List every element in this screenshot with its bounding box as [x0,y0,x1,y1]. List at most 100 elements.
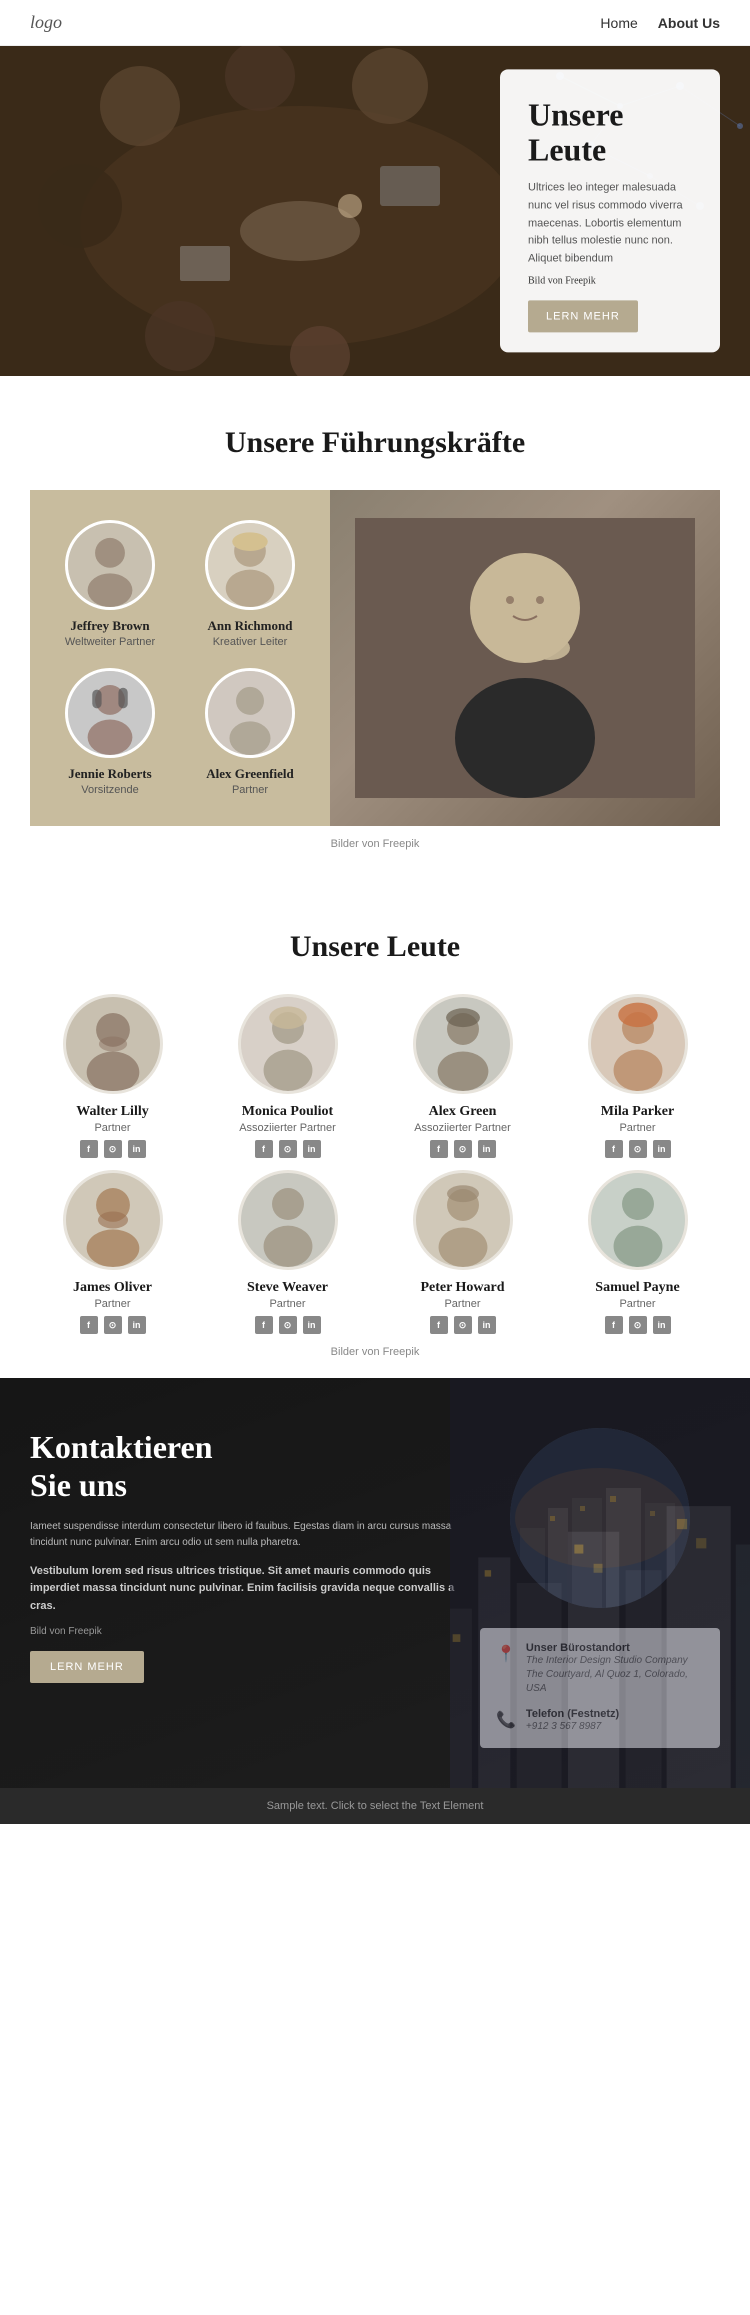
leader-alex: Alex Greenfield Partner [190,668,310,796]
nav-about[interactable]: About Us [658,15,720,31]
steve-linkedin[interactable]: in [303,1316,321,1334]
steve-instagram[interactable]: ⊙ [279,1316,297,1334]
mila-facebook[interactable]: f [605,1140,623,1158]
team-title: Unsere Leute [30,930,720,964]
team-member-samuel: Samuel Payne Partner f ⊙ in [555,1170,720,1334]
monica-instagram[interactable]: ⊙ [279,1140,297,1158]
nav-links: Home About Us [600,15,720,31]
alexg-linkedin[interactable]: in [478,1140,496,1158]
alexg-name: Alex Green [380,1104,545,1120]
james-name: James Oliver [30,1280,195,1296]
walter-social: f ⊙ in [30,1140,195,1158]
leader-alex-avatar [205,668,295,758]
hero-card: Unsere Leute Ultrices leo integer malesu… [500,69,720,352]
steve-social: f ⊙ in [205,1316,370,1334]
james-facebook[interactable]: f [80,1316,98,1334]
navigation: logo Home About Us [0,0,750,46]
team-member-james: James Oliver Partner f ⊙ in [30,1170,195,1334]
samuel-role: Partner [555,1298,720,1310]
leadership-title: Unsere Führungskräfte [30,426,720,460]
team-grid-row2: James Oliver Partner f ⊙ in Steve Weaver… [30,1170,720,1334]
leadership-section: Unsere Führungskräfte Jeffrey Brown Welt… [0,376,750,880]
alexg-avatar [413,994,513,1094]
contact-section: Kontaktieren Sie uns Iameet suspendisse … [0,1378,750,1788]
alexg-instagram[interactable]: ⊙ [454,1140,472,1158]
leader-jennie: Jennie Roberts Vorsitzende [50,668,170,796]
mila-social: f ⊙ in [555,1140,720,1158]
team-grid-row1: Walter Lilly Partner f ⊙ in Monica Pouli… [30,994,720,1158]
contact-left: Kontaktieren Sie uns Iameet suspendisse … [30,1428,480,1683]
peter-role: Partner [380,1298,545,1310]
hero-title: Unsere Leute [528,97,692,167]
contact-title: Kontaktieren Sie uns [30,1428,460,1505]
leader-alex-title: Partner [190,784,310,796]
steve-name: Steve Weaver [205,1280,370,1296]
leader-ann-avatar [205,520,295,610]
walter-name: Walter Lilly [30,1104,195,1120]
walter-instagram[interactable]: ⊙ [104,1140,122,1158]
samuel-linkedin[interactable]: in [653,1316,671,1334]
mila-role: Partner [555,1122,720,1134]
leadership-image-credit: Bilder von Freepik [30,838,720,850]
leader-ann-title: Kreativer Leiter [190,636,310,648]
walter-avatar [63,994,163,1094]
team-member-monica: Monica Pouliot Assoziierter Partner f ⊙ … [205,994,370,1158]
peter-avatar [413,1170,513,1270]
mila-name: Mila Parker [555,1104,720,1120]
samuel-social: f ⊙ in [555,1316,720,1334]
monica-facebook[interactable]: f [255,1140,273,1158]
samuel-facebook[interactable]: f [605,1316,623,1334]
leader-main-image [330,490,720,826]
hero-image-credit: Bild von Freepik [528,276,692,287]
leader-jeffrey-name: Jeffrey Brown [50,618,170,634]
team-member-walter: Walter Lilly Partner f ⊙ in [30,994,195,1158]
leader-alex-name: Alex Greenfield [190,766,310,782]
monica-name: Monica Pouliot [205,1104,370,1120]
peter-linkedin[interactable]: in [478,1316,496,1334]
peter-social: f ⊙ in [380,1316,545,1334]
contact-image-credit: Bild von Freepik [30,1626,460,1637]
samuel-name: Samuel Payne [555,1280,720,1296]
steve-avatar [238,1170,338,1270]
monica-role: Assoziierter Partner [205,1122,370,1134]
alexg-facebook[interactable]: f [430,1140,448,1158]
contact-para1: Iameet suspendisse interdum consectetur … [30,1519,460,1551]
leadership-grid: Jeffrey Brown Weltweiter Partner Ann Ric… [30,490,720,826]
james-avatar [63,1170,163,1270]
contact-para2: Vestibulum lorem sed risus ultrices tris… [30,1563,460,1616]
hero-learn-more-button[interactable]: LERN MEHR [528,301,638,333]
monica-avatar [238,994,338,1094]
steve-facebook[interactable]: f [255,1316,273,1334]
leader-jennie-name: Jennie Roberts [50,766,170,782]
james-instagram[interactable]: ⊙ [104,1316,122,1334]
team-member-peter: Peter Howard Partner f ⊙ in [380,1170,545,1334]
james-social: f ⊙ in [30,1316,195,1334]
nav-home[interactable]: Home [600,15,637,31]
mila-instagram[interactable]: ⊙ [629,1140,647,1158]
team-section: Unsere Leute Walter Lilly Partner f ⊙ in [0,880,750,1378]
peter-facebook[interactable]: f [430,1316,448,1334]
contact-learn-more-button[interactable]: LERN MEHR [30,1651,144,1683]
team-member-steve: Steve Weaver Partner f ⊙ in [205,1170,370,1334]
leader-jeffrey-avatar [65,520,155,610]
footer-text: Sample text. Click to select the Text El… [267,1800,484,1812]
leader-jeffrey: Jeffrey Brown Weltweiter Partner [50,520,170,648]
walter-facebook[interactable]: f [80,1140,98,1158]
samuel-instagram[interactable]: ⊙ [629,1316,647,1334]
walter-linkedin[interactable]: in [128,1140,146,1158]
team-member-alexg: Alex Green Assoziierter Partner f ⊙ in [380,994,545,1158]
leader-image-svg [355,518,695,798]
alexg-social: f ⊙ in [380,1140,545,1158]
walter-role: Partner [30,1122,195,1134]
mila-avatar [588,994,688,1094]
monica-linkedin[interactable]: in [303,1140,321,1158]
peter-instagram[interactable]: ⊙ [454,1316,472,1334]
james-role: Partner [30,1298,195,1310]
hero-description: Ultrices leo integer malesuada nunc vel … [528,180,692,268]
team-image-credit: Bilder von Freepik [30,1346,720,1358]
logo: logo [30,12,62,33]
mila-linkedin[interactable]: in [653,1140,671,1158]
steve-role: Partner [205,1298,370,1310]
james-linkedin[interactable]: in [128,1316,146,1334]
monica-social: f ⊙ in [205,1140,370,1158]
